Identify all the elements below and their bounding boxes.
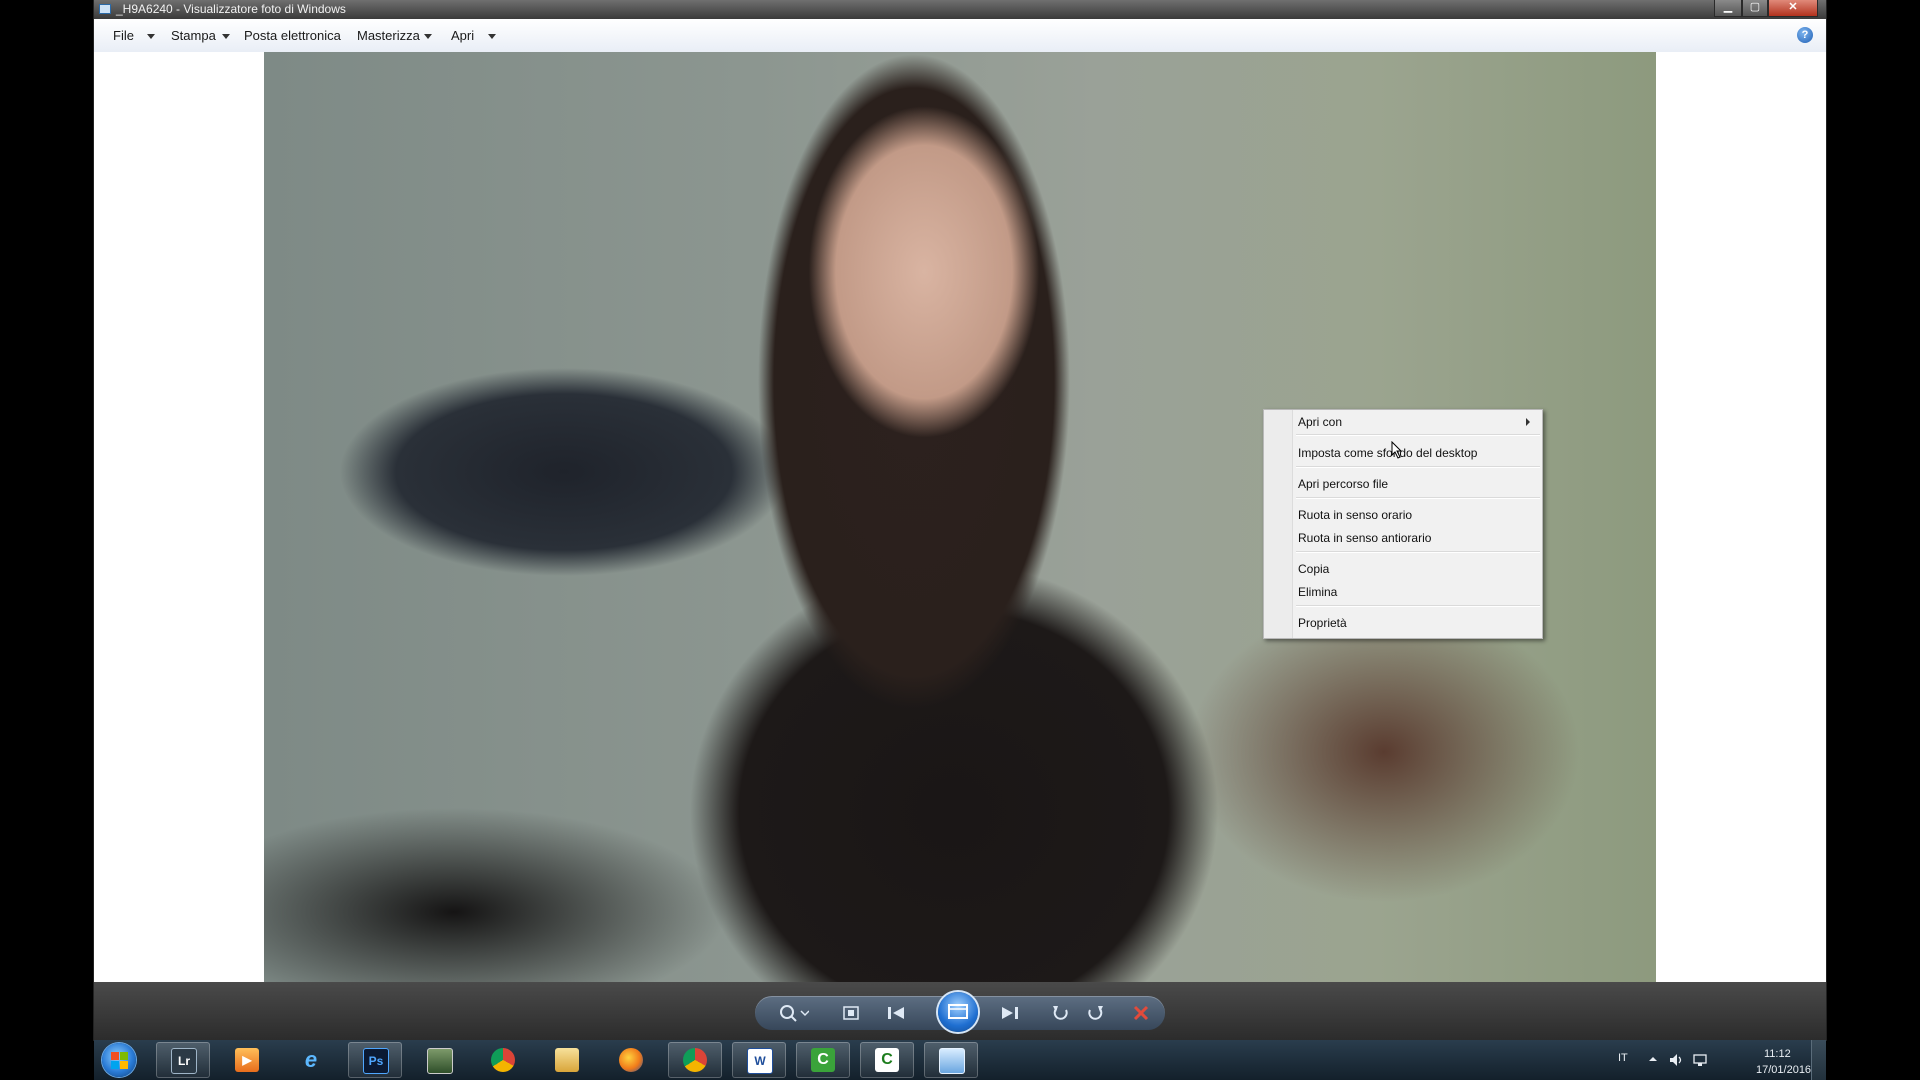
displayed-photo[interactable]: Apri con Imposta come sfondo del desktop…	[264, 52, 1656, 982]
taskbar-firefox[interactable]	[604, 1042, 658, 1078]
context-menu: Apri con Imposta come sfondo del desktop…	[1263, 409, 1543, 639]
menu-print[interactable]: Stampa	[171, 28, 216, 43]
network-icon[interactable]	[1692, 1052, 1708, 1068]
submenu-arrow-icon	[1526, 418, 1530, 426]
title-bar[interactable]: _H9A6240 - Visualizzatore foto di Window…	[94, 0, 1826, 19]
taskbar-monitor[interactable]	[412, 1042, 466, 1078]
taskbar-camtasia[interactable]: C	[796, 1042, 850, 1078]
taskbar-lightroom[interactable]: Lr	[156, 1042, 210, 1078]
chrome-icon	[491, 1048, 515, 1072]
menu-item-set-desktop-background[interactable]: Imposta come sfondo del desktop	[1298, 446, 1477, 460]
camtasia-icon: C	[811, 1048, 835, 1072]
clock-date[interactable]: 17/01/2016	[1756, 1064, 1811, 1076]
internet-explorer-icon: e	[304, 1047, 318, 1072]
taskbar-media-player[interactable]: ▶	[220, 1042, 274, 1078]
burn-dropdown-arrow[interactable]	[424, 34, 432, 39]
menu-separator	[1296, 605, 1540, 607]
menu-item-properties[interactable]: Proprietà	[1298, 616, 1347, 630]
photoshop-icon: Ps	[363, 1048, 389, 1074]
navigation-controls-bar	[94, 982, 1826, 1040]
firefox-icon	[619, 1048, 643, 1072]
show-desktop-button[interactable]	[1811, 1040, 1826, 1080]
menu-item-copy[interactable]: Copia	[1298, 562, 1329, 576]
clock-time[interactable]: 11:12	[1764, 1048, 1791, 1060]
fit-window-icon[interactable]	[841, 1004, 861, 1022]
image-view-area: Apri con Imposta come sfondo del desktop…	[94, 52, 1826, 982]
delete-icon[interactable]	[1131, 1004, 1151, 1022]
taskbar-photo-viewer[interactable]	[924, 1042, 978, 1078]
chrome-icon	[683, 1048, 707, 1072]
context-menu-icon-column	[1264, 410, 1293, 638]
previous-icon[interactable]	[885, 1004, 907, 1022]
word-icon: W	[747, 1048, 773, 1074]
menu-item-rotate-counterclockwise[interactable]: Ruota in senso antiorario	[1298, 531, 1431, 545]
slideshow-button[interactable]	[938, 992, 978, 1032]
lightroom-icon: Lr	[171, 1048, 197, 1074]
menu-item-open-file-location[interactable]: Apri percorso file	[1298, 477, 1388, 491]
resource-monitor-icon	[427, 1048, 453, 1074]
slideshow-icon	[948, 1004, 968, 1019]
menu-separator	[1296, 497, 1540, 499]
rotate-counterclockwise-icon[interactable]	[1051, 1004, 1071, 1022]
close-button[interactable]: ✕	[1768, 0, 1818, 17]
menu-item-rotate-clockwise[interactable]: Ruota in senso orario	[1298, 508, 1412, 522]
windows-logo-icon	[111, 1052, 119, 1060]
menu-burn[interactable]: Masterizza	[357, 28, 420, 43]
rotate-clockwise-icon[interactable]	[1085, 1004, 1105, 1022]
taskbar-internet-explorer[interactable]: e	[284, 1042, 338, 1078]
menu-item-delete[interactable]: Elimina	[1298, 585, 1337, 599]
menu-open[interactable]: Apri	[451, 28, 474, 43]
taskbar-word[interactable]: W	[732, 1042, 786, 1078]
menu-separator	[1296, 551, 1540, 553]
minimize-button[interactable]: ▁	[1714, 0, 1742, 17]
menu-email[interactable]: Posta elettronica	[244, 28, 341, 43]
menu-separator	[1296, 434, 1540, 436]
menu-bar: File Stampa Posta elettronica Masterizza…	[94, 19, 1826, 53]
camtasia-recorder-icon: C	[875, 1048, 899, 1072]
media-player-icon: ▶	[235, 1048, 259, 1072]
start-button[interactable]	[102, 1043, 136, 1077]
taskbar-camtasia-recorder[interactable]: C	[860, 1042, 914, 1078]
folder-icon	[555, 1048, 579, 1072]
taskbar-chrome[interactable]	[476, 1042, 530, 1078]
mouse-cursor-icon	[1391, 441, 1403, 459]
menu-item-open-with[interactable]: Apri con	[1298, 415, 1342, 429]
show-hidden-icons-icon[interactable]	[1648, 1054, 1658, 1064]
open-dropdown-arrow[interactable]	[488, 34, 496, 39]
photo-viewer-app-icon	[99, 4, 111, 14]
volume-icon[interactable]	[1668, 1052, 1684, 1068]
photo-viewer-icon	[939, 1048, 965, 1074]
zoom-icon[interactable]	[779, 1004, 809, 1022]
next-icon[interactable]	[999, 1004, 1021, 1022]
window-title: _H9A6240 - Visualizzatore foto di Window…	[116, 2, 346, 16]
language-indicator[interactable]: IT	[1618, 1052, 1628, 1064]
print-dropdown-arrow[interactable]	[222, 34, 230, 39]
taskbar-chrome-2[interactable]	[668, 1042, 722, 1078]
menu-separator	[1296, 466, 1540, 468]
taskbar-file-explorer[interactable]	[540, 1042, 594, 1078]
menu-file[interactable]: File	[113, 28, 134, 43]
photo-viewer-window: _H9A6240 - Visualizzatore foto di Window…	[94, 0, 1826, 1040]
taskbar-photoshop[interactable]: Ps	[348, 1042, 402, 1078]
help-icon[interactable]: ?	[1797, 27, 1813, 43]
maximize-button[interactable]: ▢	[1742, 0, 1768, 17]
file-dropdown-arrow[interactable]	[147, 34, 155, 39]
taskbar: Lr ▶ e Ps W C C IT 11:12 17/01/2016	[94, 1040, 1826, 1080]
system-tray: IT 11:12 17/01/2016	[1612, 1040, 1826, 1080]
